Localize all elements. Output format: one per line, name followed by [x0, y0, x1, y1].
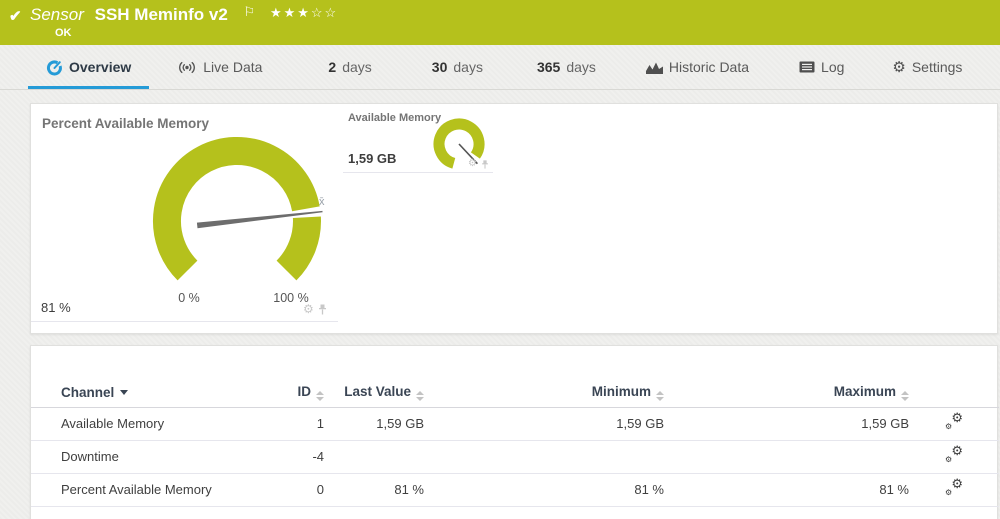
tab-historic-data-label: Historic Data [669, 59, 749, 75]
priority-stars[interactable]: ★★★☆☆ [270, 5, 338, 20]
tab-2-days[interactable]: 2 days [310, 45, 389, 89]
percent-gauge [142, 131, 332, 301]
percent-available-memory-gauge-block: Percent Available Memory x̄ 0 % 100 % 81… [31, 104, 338, 322]
sort-icon [416, 391, 424, 401]
tab-30-days[interactable]: 30 days [414, 45, 501, 89]
sensor-status-badge: OK [55, 27, 72, 39]
channel-settings-icon[interactable]: ⚙⚙ [945, 414, 963, 430]
channel-maximum [664, 440, 909, 473]
channel-name: Available Memory [31, 407, 261, 440]
sensor-overview-page: ✔ Sensor SSH Meminfo v2 ⚐ ★★★☆☆ OK Overv… [0, 0, 1000, 519]
channel-minimum: 1,59 GB [424, 407, 664, 440]
available-memory-gauge-block: Available Memory 1,59 GB ⚙ [343, 104, 493, 173]
tab-2-days-label: days [342, 59, 372, 75]
tab-30-days-label: days [453, 59, 483, 75]
tab-30-days-number: 30 [432, 59, 448, 75]
channel-last-value: 81 % [324, 473, 424, 506]
tab-live-data[interactable]: Live Data [159, 45, 280, 89]
tab-live-data-label: Live Data [203, 59, 262, 75]
gauge-scale-min: 0 % [169, 291, 209, 305]
tab-2-days-number: 2 [328, 59, 336, 75]
tab-settings[interactable]: ⚙ Settings [874, 45, 980, 89]
channel-id: 1 [261, 407, 324, 440]
gauge-settings-icon[interactable]: ⚙ [303, 303, 314, 315]
tab-overview[interactable]: Overview [28, 45, 149, 89]
sensor-topbar: ✔ Sensor SSH Meminfo v2 ⚐ ★★★☆☆ OK [0, 0, 1000, 45]
tab-log-label: Log [821, 59, 844, 75]
column-header-maximum[interactable]: Maximum [664, 378, 909, 407]
tab-overview-label: Overview [69, 59, 131, 75]
channel-name: Percent Available Memory [31, 473, 261, 506]
pin-icon[interactable] [481, 160, 489, 169]
sensor-name: SSH Meminfo v2 [95, 5, 228, 24]
channels-table: Channel ID Last Value Minimum Maximum [31, 378, 999, 507]
column-header-last-value[interactable]: Last Value [324, 378, 424, 407]
gauge-icon [46, 59, 63, 76]
tab-settings-label: Settings [912, 59, 963, 75]
tab-historic-data[interactable]: Historic Data [628, 45, 767, 89]
channel-settings-icon[interactable]: ⚙⚙ [945, 480, 963, 496]
settings-gear-icon: ⚙ [892, 60, 905, 75]
channel-id: 0 [261, 473, 324, 506]
column-header-minimum[interactable]: Minimum [424, 378, 664, 407]
priority-flag-icon[interactable]: ⚐ [244, 4, 256, 19]
channels-table-panel: Channel ID Last Value Minimum Maximum [30, 345, 998, 519]
sensor-title: Sensor SSH Meminfo v2 ⚐ ★★★☆☆ [30, 5, 338, 25]
table-row: Percent Available Memory 0 81 % 81 % 81 … [31, 473, 999, 506]
channel-minimum [424, 440, 664, 473]
gauges-panel: Percent Available Memory x̄ 0 % 100 % 81… [30, 103, 998, 334]
tab-log[interactable]: Log [781, 45, 862, 89]
tab-bar: Overview Live Data 2 days 30 days 365 da… [0, 45, 1000, 90]
channel-last-value [324, 440, 424, 473]
sort-icon [316, 391, 324, 401]
sensor-kind-label: Sensor [30, 5, 84, 24]
sort-icon [656, 391, 664, 401]
channel-maximum: 81 % [664, 473, 909, 506]
status-check-icon: ✔ [9, 7, 22, 25]
log-icon [799, 61, 815, 73]
channel-id: -4 [261, 440, 324, 473]
pin-icon[interactable] [318, 304, 327, 315]
small-gauge-actions: ⚙ [468, 159, 489, 169]
column-header-actions [909, 378, 999, 407]
average-marker: x̄ [319, 196, 325, 208]
historic-data-icon [646, 61, 663, 74]
channel-minimum: 81 % [424, 473, 664, 506]
live-data-icon [177, 61, 197, 74]
sort-desc-icon [120, 390, 128, 395]
sort-icon [901, 391, 909, 401]
channel-last-value: 1,59 GB [324, 407, 424, 440]
main-gauge-actions: ⚙ [303, 303, 327, 315]
tab-365-days-label: days [566, 59, 596, 75]
channel-name: Downtime [31, 440, 261, 473]
gauge-settings-icon[interactable]: ⚙ [468, 159, 477, 169]
table-header-row: Channel ID Last Value Minimum Maximum [31, 378, 999, 407]
column-header-channel[interactable]: Channel [31, 378, 261, 407]
tab-365-days[interactable]: 365 days [519, 45, 614, 89]
tab-365-days-number: 365 [537, 59, 560, 75]
main-gauge-value: 81 % [41, 300, 71, 315]
column-header-id[interactable]: ID [261, 378, 324, 407]
small-gauge-title: Available Memory [348, 112, 441, 124]
table-row: Downtime -4 ⚙⚙ [31, 440, 999, 473]
main-gauge-title: Percent Available Memory [42, 116, 209, 131]
channel-settings-icon[interactable]: ⚙⚙ [945, 447, 963, 463]
channel-maximum: 1,59 GB [664, 407, 909, 440]
small-gauge-value: 1,59 GB [348, 151, 396, 166]
table-row: Available Memory 1 1,59 GB 1,59 GB 1,59 … [31, 407, 999, 440]
